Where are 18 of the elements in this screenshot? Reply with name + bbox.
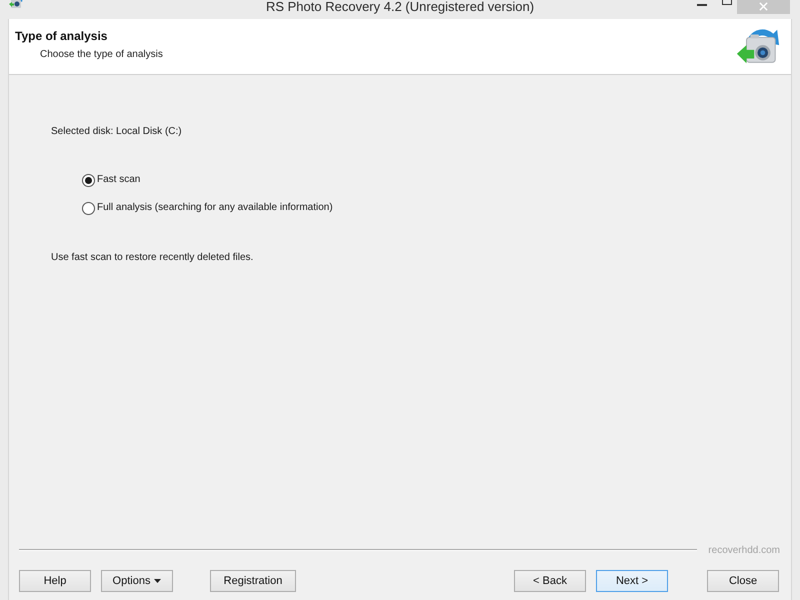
close-icon xyxy=(759,2,768,10)
window-title: RS Photo Recovery 4.2 (Unregistered version) xyxy=(264,0,536,14)
selected-disk-label: Selected disk: Local Disk (C:) xyxy=(51,125,182,139)
hint-text: Use fast scan to restore recently deleted files. xyxy=(51,251,254,265)
dropdown-button[interactable]: Options xyxy=(101,570,173,592)
radio-button[interactable] xyxy=(82,174,95,186)
radio-option[interactable]: Fast scan xyxy=(82,172,140,188)
radio-option[interactable]: Full analysis (searching for any available information) xyxy=(82,200,333,216)
button[interactable]: Close xyxy=(707,570,779,592)
button[interactable]: Help xyxy=(19,570,91,592)
caret-icon xyxy=(154,579,162,583)
default-button[interactable]: Next > xyxy=(596,570,668,592)
page-title: Type of analysis xyxy=(15,29,108,43)
website-label: recoverhdd.com xyxy=(708,544,780,556)
radio-button[interactable] xyxy=(82,202,95,214)
page-subtitle: Choose the type of analysis xyxy=(40,49,163,60)
button[interactable]: < Back xyxy=(514,570,586,592)
button[interactable]: Registration xyxy=(210,570,296,592)
